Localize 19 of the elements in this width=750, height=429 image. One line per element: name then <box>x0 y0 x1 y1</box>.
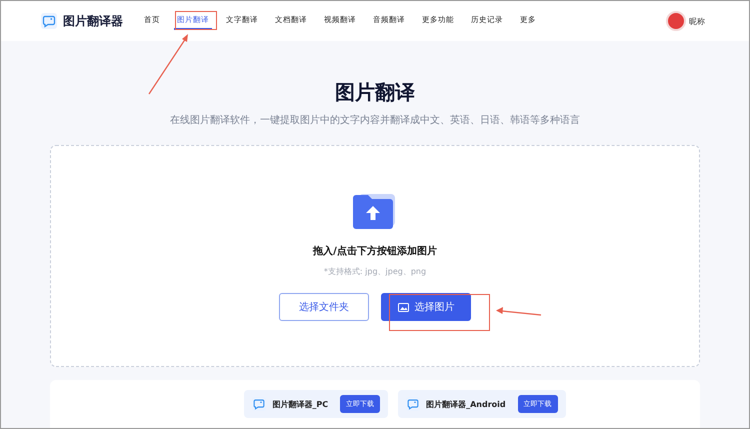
user-nickname[interactable]: 昵称 <box>689 16 705 26</box>
chat-image-icon <box>41 13 57 29</box>
page-subtitle: 在线图片翻译软件，一键提取图片中的文字内容并翻译成中文、英语、日语、韩语等多种语言 <box>170 114 580 127</box>
annotation-arrow <box>148 34 188 94</box>
chat-image-icon <box>406 397 420 411</box>
user-avatar[interactable] <box>666 11 686 31</box>
app-version-name: 图片翻译器_PC <box>272 398 328 410</box>
select-folder-button[interactable]: 选择文件夹 <box>279 293 369 321</box>
image-icon <box>398 302 408 312</box>
supported-formats: *支持格式: jpg、jpeg、png <box>324 266 426 277</box>
upload-drop-zone[interactable]: 拖入/点击下方按钮添加图片 *支持格式: jpg、jpeg、png 选择文件夹 选择图片 <box>50 145 700 367</box>
annotation-arrow <box>496 307 542 316</box>
upload-instruction: 拖入/点击下方按钮添加图片 <box>313 244 437 258</box>
highlight-frame <box>175 11 217 30</box>
app-version-name: 图片翻译器_Android <box>426 398 506 410</box>
app-name: 图片翻译器 <box>63 12 123 30</box>
page-title: 图片翻译 <box>335 79 415 106</box>
chat-image-icon <box>252 397 266 411</box>
select-image-button[interactable]: 选择图片 <box>381 293 471 321</box>
